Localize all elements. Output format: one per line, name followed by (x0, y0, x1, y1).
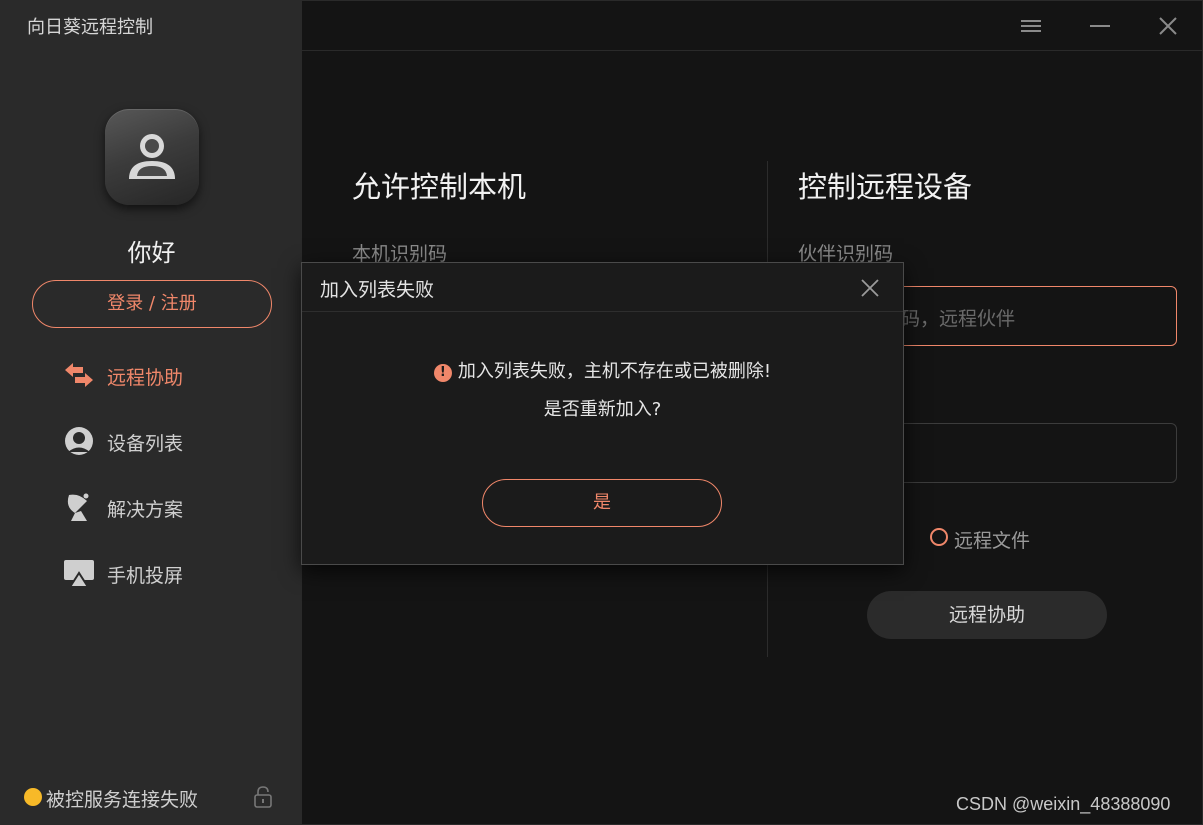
sidebar-item-remote-assist[interactable]: 远程协助 (61, 355, 281, 395)
avatar[interactable] (105, 109, 199, 205)
status-text: 被控服务连接失败 (46, 789, 199, 811)
sidebar-item-solutions[interactable]: 解决方案 (61, 487, 281, 527)
dialog-message-row: ! 加入列表失败，主机不存在或已被删除! (302, 357, 903, 383)
allow-control-title: 允许控制本机 (352, 170, 527, 204)
menu-icon[interactable] (1016, 11, 1046, 41)
sidebar-item-label: 远程协助 (107, 367, 184, 389)
partner-id-placeholder: 码，远程伙伴 (901, 308, 1016, 330)
login-register-button[interactable]: 登录 / 注册 (32, 280, 272, 328)
sidebar-item-label: 解决方案 (107, 499, 184, 521)
sidebar-item-label: 手机投屏 (107, 565, 184, 587)
user-icon (129, 134, 175, 179)
device-list-icon (61, 425, 97, 457)
watermark: CSDN @weixin_48388090 (956, 794, 1171, 814)
title-bar (302, 1, 1203, 51)
sidebar-item-device-list[interactable]: 设备列表 (61, 421, 281, 461)
dialog-title: 加入列表失败 (320, 279, 435, 301)
control-remote-title: 控制远程设备 (798, 170, 973, 204)
dialog-header: 加入列表失败 (302, 263, 903, 312)
dialog-close-icon[interactable] (857, 275, 883, 301)
remote-assist-button[interactable]: 远程协助 (867, 591, 1107, 639)
app-title: 向日葵远程控制 (27, 17, 153, 38)
greeting: 你好 (127, 239, 176, 267)
unlock-icon[interactable] (253, 786, 273, 812)
status-dot-icon (24, 788, 42, 806)
screen-cast-icon (61, 557, 97, 589)
sidebar: 向日葵远程控制 你好 登录 / 注册 远程协助 设备列表 解决方案 手机投屏 被… (1, 1, 302, 825)
confirm-yes-button[interactable]: 是 (482, 479, 722, 527)
sidebar-item-screen-cast[interactable]: 手机投屏 (61, 553, 281, 593)
swap-arrows-icon (61, 359, 97, 391)
minimize-icon[interactable] (1085, 11, 1115, 41)
remote-file-radio[interactable] (930, 528, 948, 546)
dialog-message: 加入列表失败，主机不存在或已被删除! (457, 361, 772, 382)
service-status: 被控服务连接失败 (24, 785, 284, 811)
error-dialog: 加入列表失败 ! 加入列表失败，主机不存在或已被删除! 是否重新加入? 是 (301, 262, 904, 565)
app-window: 向日葵远程控制 你好 登录 / 注册 远程协助 设备列表 解决方案 手机投屏 被… (0, 0, 1203, 825)
close-icon[interactable] (1153, 11, 1183, 41)
dialog-question: 是否重新加入? (543, 399, 662, 420)
sidebar-item-label: 设备列表 (107, 433, 184, 455)
warning-icon: ! (433, 364, 452, 382)
satellite-dish-icon (61, 491, 97, 523)
remote-file-label: 远程文件 (954, 530, 1031, 552)
